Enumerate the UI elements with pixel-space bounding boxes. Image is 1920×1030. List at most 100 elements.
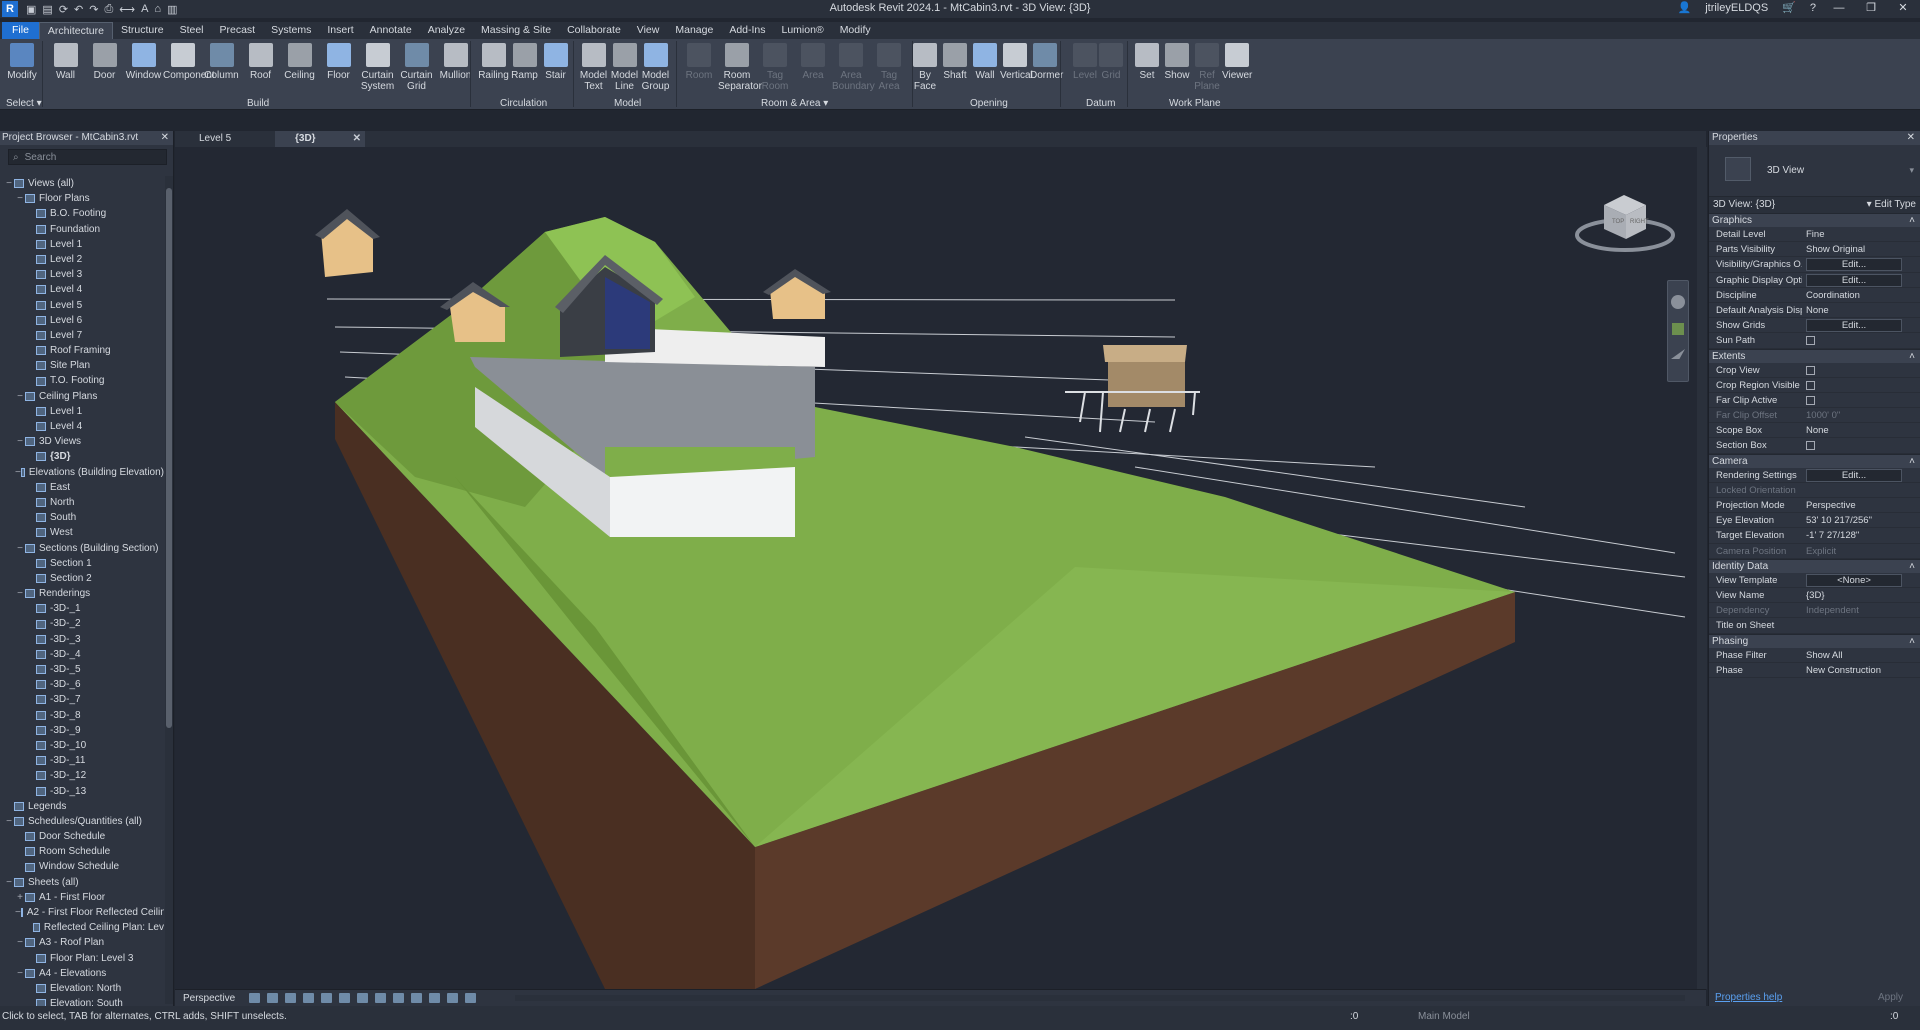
browser-item-north[interactable]: North [0, 495, 164, 510]
prop-value[interactable]: New Construction [1802, 663, 1920, 677]
cart-icon[interactable]: 🛒 [1782, 1, 1796, 14]
prop-value[interactable] [1802, 333, 1920, 347]
viewer-button[interactable]: Viewer [1222, 41, 1252, 81]
zoom-icon[interactable] [1672, 323, 1684, 335]
browser-item-3d-11[interactable]: -3D-_11 [0, 753, 164, 768]
modify-button[interactable]: Modify [6, 41, 38, 81]
worksharing-icon[interactable] [447, 993, 458, 1003]
section-graphics[interactable]: Graphics ˄ [1709, 213, 1920, 227]
section-extents[interactable]: Extents ˄ [1709, 348, 1920, 363]
wall-button[interactable]: Wall [970, 41, 1000, 81]
tab-file[interactable]: File [2, 22, 39, 39]
prop-value[interactable]: None [1802, 303, 1920, 317]
browser-item-3d-12[interactable]: -3D-_12 [0, 768, 164, 783]
switch-windows-icon[interactable]: ▥ [167, 3, 177, 16]
crop-view-icon[interactable] [339, 993, 350, 1003]
browser-item-elevation-north[interactable]: Elevation: North [0, 981, 164, 996]
prop-value[interactable]: -1' 7 27/128" [1802, 528, 1920, 542]
browser-item-elevations-building-elevation[interactable]: − Elevations (Building Elevation) [0, 465, 164, 480]
browser-item-3d-8[interactable]: -3D-_8 [0, 708, 164, 723]
edit-button[interactable]: Edit... [1806, 468, 1902, 482]
railing-button[interactable]: Railing [478, 41, 509, 81]
room-button[interactable]: Room [680, 41, 718, 81]
dormer-button[interactable]: Dormer [1030, 41, 1063, 81]
tab-lumion[interactable]: Lumion® [774, 22, 832, 39]
browser-item-floor-plan-level-3[interactable]: Floor Plan: Level 3 [0, 951, 164, 966]
curtain-grid-button[interactable]: Curtain Grid [397, 41, 436, 92]
prop-value[interactable] [1802, 378, 1920, 392]
tab-systems[interactable]: Systems [263, 22, 319, 39]
browser-item-level-4[interactable]: Level 4 [0, 419, 164, 434]
close-tab-icon[interactable]: ✕ [353, 131, 361, 147]
browser-item-roof-framing[interactable]: Roof Framing [0, 343, 164, 358]
browser-item-t-o-footing[interactable]: T.O. Footing [0, 373, 164, 388]
collapse-icon[interactable]: − [15, 541, 25, 556]
door-button[interactable]: Door [85, 41, 124, 81]
collapse-icon[interactable]: − [15, 966, 25, 981]
properties-help-link[interactable]: Properties help [1715, 992, 1782, 1003]
checkbox[interactable] [1806, 336, 1815, 346]
stair-button[interactable]: Stair [540, 41, 571, 81]
collapse-icon[interactable]: ˄ [1909, 214, 1915, 227]
set-button[interactable]: Set [1132, 41, 1162, 81]
model-group-button[interactable]: Model Group [640, 41, 671, 92]
measure-icon[interactable]: ⟷ [119, 3, 135, 16]
sync-icon[interactable]: ⟳ [59, 3, 68, 16]
browser-item-3d-1[interactable]: -3D-_1 [0, 601, 164, 616]
area-button[interactable]: Area [794, 41, 832, 81]
browser-item-site-plan[interactable]: Site Plan [0, 358, 164, 373]
tab-modify[interactable]: Modify [832, 22, 879, 39]
expand-icon[interactable]: + [15, 890, 25, 905]
browser-item-section-1[interactable]: Section 1 [0, 556, 164, 571]
browser-item-a3-roof-plan[interactable]: − A3 - Roof Plan [0, 935, 164, 950]
checkbox[interactable] [1806, 441, 1815, 451]
save-icon[interactable]: ▤ [42, 3, 52, 16]
browser-item-level-5[interactable]: Level 5 [0, 298, 164, 313]
browser-item-ceiling-plans[interactable]: − Ceiling Plans [0, 389, 164, 404]
prop-value[interactable] [1802, 363, 1920, 377]
prop-value[interactable]: Fine [1802, 227, 1920, 241]
shaft-button[interactable]: Shaft [940, 41, 970, 81]
tab-level-5[interactable]: Level 5 [179, 131, 279, 147]
prop-value[interactable]: Edit... [1802, 257, 1920, 272]
browser-item-schedules-quantities-all[interactable]: − Schedules/Quantities (all) [0, 814, 164, 829]
tab-structure[interactable]: Structure [113, 22, 172, 39]
reveal-hidden-icon[interactable] [411, 993, 422, 1003]
model-text-button[interactable]: Model Text [578, 41, 609, 92]
tab-annotate[interactable]: Annotate [362, 22, 420, 39]
level-button[interactable]: Level [1072, 41, 1098, 81]
roof-button[interactable]: Roof [241, 41, 280, 81]
unlock-view-icon[interactable] [375, 993, 386, 1003]
browser-item-level-7[interactable]: Level 7 [0, 328, 164, 343]
home-icon[interactable]: ⌂ [154, 3, 161, 16]
browser-item-3d-3[interactable]: -3D-_3 [0, 632, 164, 647]
prop-value[interactable]: 53' 10 217/256" [1802, 513, 1920, 527]
close-window-icon[interactable]: ✕ [1894, 1, 1912, 14]
browser-scrollbar[interactable] [165, 176, 173, 1004]
browser-item-3d-10[interactable]: -3D-_10 [0, 738, 164, 753]
active-model-selector[interactable]: Main Model [1418, 1011, 1470, 1022]
scrollbar-thumb[interactable] [166, 188, 172, 728]
apply-button[interactable]: Apply [1878, 992, 1903, 1003]
tab-add-ins[interactable]: Add-Ins [721, 22, 773, 39]
prop-value[interactable] [1802, 438, 1920, 452]
section-identity-data[interactable]: Identity Data ˄ [1709, 558, 1920, 573]
sun-path-icon[interactable] [285, 993, 296, 1003]
browser-item-foundation[interactable]: Foundation [0, 222, 164, 237]
browser-item-a2-first-floor-reflected-ceiling[interactable]: − A2 - First Floor Reflected Ceiling [0, 905, 164, 920]
section-camera[interactable]: Camera ˄ [1709, 453, 1920, 468]
wall-button[interactable]: Wall [46, 41, 85, 81]
checkbox[interactable] [1806, 365, 1815, 375]
prop-value[interactable]: Show All [1802, 648, 1920, 662]
chevron-down-icon[interactable]: ▾ [1909, 165, 1914, 176]
browser-item-b-o-footing[interactable]: B.O. Footing [0, 206, 164, 221]
edit-button[interactable]: Edit... [1806, 258, 1902, 272]
visual-style-icon[interactable] [267, 993, 278, 1003]
tab-architecture[interactable]: Architecture [38, 22, 113, 39]
checkbox[interactable] [1806, 380, 1815, 390]
prop-value[interactable] [1802, 618, 1920, 632]
drawing-canvas[interactable] [175, 147, 1697, 989]
show-constraints-icon[interactable] [465, 993, 476, 1003]
vertical-button[interactable]: Vertical [1000, 41, 1033, 81]
text-icon[interactable]: A [141, 3, 148, 16]
